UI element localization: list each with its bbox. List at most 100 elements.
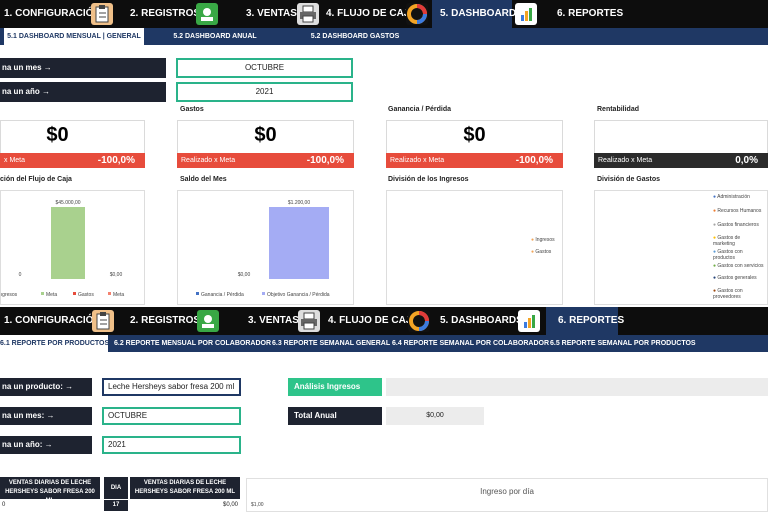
legend-rrhh: ● Recursos Humanos: [713, 208, 762, 214]
table-cell-dia: 17: [104, 500, 128, 511]
legend-ingresos: ● Ingresos: [531, 237, 555, 243]
kpi-title-rentabilidad: Rentabilidad: [597, 106, 640, 113]
legend-label-3: Meta: [113, 292, 124, 298]
bar-label-1: $1.200,00: [288, 200, 310, 206]
cash-hand-icon[interactable]: [196, 3, 218, 25]
nav-registros[interactable]: 2. REGISTROS: [130, 0, 200, 28]
legend-swatch-0: [196, 292, 199, 295]
tab-dashboard-mensual[interactable]: 5.1 DASHBOARD MENSUAL | GENERAL: [4, 28, 144, 45]
tab-dashboard-anual[interactable]: 5.2 DASHBOARD ANUAL: [165, 28, 265, 45]
nav-reportes[interactable]: 6. REPORTES: [557, 0, 623, 28]
kpi-bar-rentabilidad: Realizado x Meta 0,0%: [594, 153, 768, 168]
nav-flujo-de-caja[interactable]: 4. FLUJO DE CAJA: [326, 0, 417, 28]
ingreso-por-dia-ytick: $1,00: [251, 502, 264, 508]
chart-title-flujo: ción del Flujo de Caja: [0, 176, 72, 183]
clipboard-icon[interactable]: [91, 3, 113, 25]
ingresos-pie: ● Ingresos ● Gastos: [386, 190, 563, 305]
kpi-bar-label: Realizado x Meta: [181, 157, 236, 164]
tab-dashboard-gastos[interactable]: 5.2 DASHBOARD GASTOS: [300, 28, 410, 45]
donut-chart-icon[interactable]: [408, 310, 430, 332]
product-select[interactable]: Leche Hersheys sabor fresa 200 ml: [102, 378, 241, 396]
kpi-bar-label: x Meta: [4, 157, 26, 164]
legend-label-1: Meta: [46, 292, 57, 298]
month-selector-label: na un mes →: [0, 58, 166, 78]
kpi-title-gastos: Gastos: [180, 106, 204, 113]
tab-reporte-semanal-general[interactable]: 6.3 REPORTE SEMANAL GENERAL: [272, 335, 390, 352]
legend-swatch-1: [41, 292, 44, 295]
nav-configuracion-2[interactable]: 1. CONFIGURACIÓN: [4, 307, 101, 335]
chart-title-ingresos: División de los Ingresos: [388, 176, 469, 183]
bar-label-1: $45.000,00: [55, 200, 80, 206]
cash-hand-icon[interactable]: [197, 310, 219, 332]
tab-reporte-semanal-productos[interactable]: 6.5 REPORTE SEMANAL POR PRODUCTOS: [550, 335, 696, 352]
legend-label-0: Ganancia / Pérdida: [201, 292, 244, 298]
legend-label-0: Ingresos: [1, 292, 18, 298]
report-year-select[interactable]: 2021: [102, 436, 241, 454]
legend-swatch-2: [73, 292, 76, 295]
tab-reporte-semanal-colaborador[interactable]: 6.4 REPORTE SEMANAL POR COLABORADOR: [392, 335, 549, 352]
nav-ventas[interactable]: 3. VENTAS: [246, 0, 297, 28]
ingreso-por-dia-title: Ingreso por día: [480, 487, 534, 496]
nav-dashboards[interactable]: 5. DASHBOARDS: [432, 0, 523, 28]
legend-marketing: ● Gastos de marketing: [713, 235, 741, 247]
analisis-ingresos-bar: [386, 378, 768, 396]
nav-configuracion[interactable]: 1. CONFIGURACIÓN: [4, 0, 101, 28]
total-anual-label: Total Anual: [288, 407, 382, 425]
report-month-select[interactable]: OCTUBRE: [102, 407, 241, 425]
tab-reporte-productos[interactable]: 6.1 REPORTE POR PRODUCTOS: [0, 335, 109, 352]
legend-servicios: ● Gastos con servicios: [713, 263, 764, 269]
printer-icon[interactable]: [297, 3, 319, 25]
nav-registros-2[interactable]: 2. REGISTROS: [130, 307, 200, 335]
year-selector-label: na un año →: [0, 82, 166, 102]
legend-gastos: ● Gastos: [531, 249, 552, 255]
saldo-chart-svg: $0,00 $1.200,00 Ganancia / Pérdida Objetivo…: [196, 200, 330, 298]
total-anual-value: $0,00: [386, 407, 484, 425]
table-header-ventas-right: VENTAS DIARIAS DE LECHE HERSHEYS SABOR F…: [130, 477, 240, 499]
nav-reportes-2[interactable]: 6. REPORTES: [546, 307, 624, 335]
year-select[interactable]: 2021: [176, 82, 353, 102]
product-selector-label: na un producto: →: [0, 378, 92, 396]
legend-swatch-1: [262, 292, 265, 295]
report-month-label: na un mes: →: [0, 407, 92, 425]
legend-administracion: ● Administración: [713, 194, 750, 200]
table-cell-left: 0: [2, 502, 6, 508]
nav-flujo-de-caja-2[interactable]: 4. FLUJO DE CAJA: [328, 307, 419, 335]
table-header-dia: DIA: [104, 477, 128, 499]
clipboard-icon[interactable]: [92, 310, 114, 332]
legend-generales: ● Gastos generales: [713, 275, 757, 281]
analisis-ingresos-header: Análisis Ingresos: [288, 378, 382, 396]
kpi-bar-label: Realizado x Meta: [390, 157, 445, 164]
tab-reporte-mensual-colaborador[interactable]: 6.2 REPORTE MENSUAL POR COLABORADOR: [114, 335, 271, 352]
month-select[interactable]: OCTUBRE: [176, 58, 353, 78]
bar-1: [51, 207, 85, 279]
kpi-bar-gastos: Realizado x Meta -100,0%: [177, 153, 354, 168]
nav-dashboards-2[interactable]: 5. DASHBOARDS: [440, 307, 523, 335]
legend-financieros: ● Gastos financieros: [713, 222, 759, 228]
legend-label-2: Gastos: [78, 292, 94, 298]
printer-icon[interactable]: [298, 310, 320, 332]
kpi-bar-value: -100,0%: [97, 155, 135, 166]
bar-label-0: 0: [19, 272, 22, 278]
legend-productos: ● Gastos con productos: [713, 249, 743, 261]
chart-title-saldo: Saldo del Mes: [180, 176, 227, 183]
kpi-title-ganancia: Ganancia / Pérdida: [388, 106, 452, 113]
kpi-value-gastos: $0: [254, 124, 277, 146]
report-document-icon[interactable]: [518, 310, 540, 332]
bar-label-0: $0,00: [238, 272, 251, 278]
kpi-value-ganancia: $0: [463, 124, 486, 146]
chart-title-gastos: División de Gastos: [597, 176, 661, 183]
flujo-chart-svg: 0$45.000,00$0,00$43.800,00IngresosMetaGa…: [0, 200, 181, 298]
nav-ventas-2[interactable]: 3. VENTAS: [248, 307, 299, 335]
bar-label-2: $0,00: [110, 272, 123, 278]
donut-chart-icon[interactable]: [406, 3, 428, 25]
saldo-chart: $0,00 $1.200,00 Ganancia / Pérdida Objetivo…: [177, 190, 354, 305]
kpi-bar-ingresos: x Meta -100,0%: [0, 153, 145, 168]
kpi-bar-value: -100,0%: [306, 155, 344, 166]
table-header-ventas-left: VENTAS DIARIAS DE LECHE HERSHEYS SABOR F…: [0, 477, 100, 499]
ingreso-por-dia-chart: Ingreso por día $1,00: [246, 478, 768, 512]
legend-swatch-3: [108, 292, 111, 295]
flujo-chart: 0$45.000,00$0,00$43.800,00IngresosMetaGa…: [0, 190, 181, 305]
report-year-label: na un año: →: [0, 436, 92, 454]
report-document-icon[interactable]: [515, 3, 537, 25]
kpi-value-ingresos: $0: [46, 124, 69, 146]
